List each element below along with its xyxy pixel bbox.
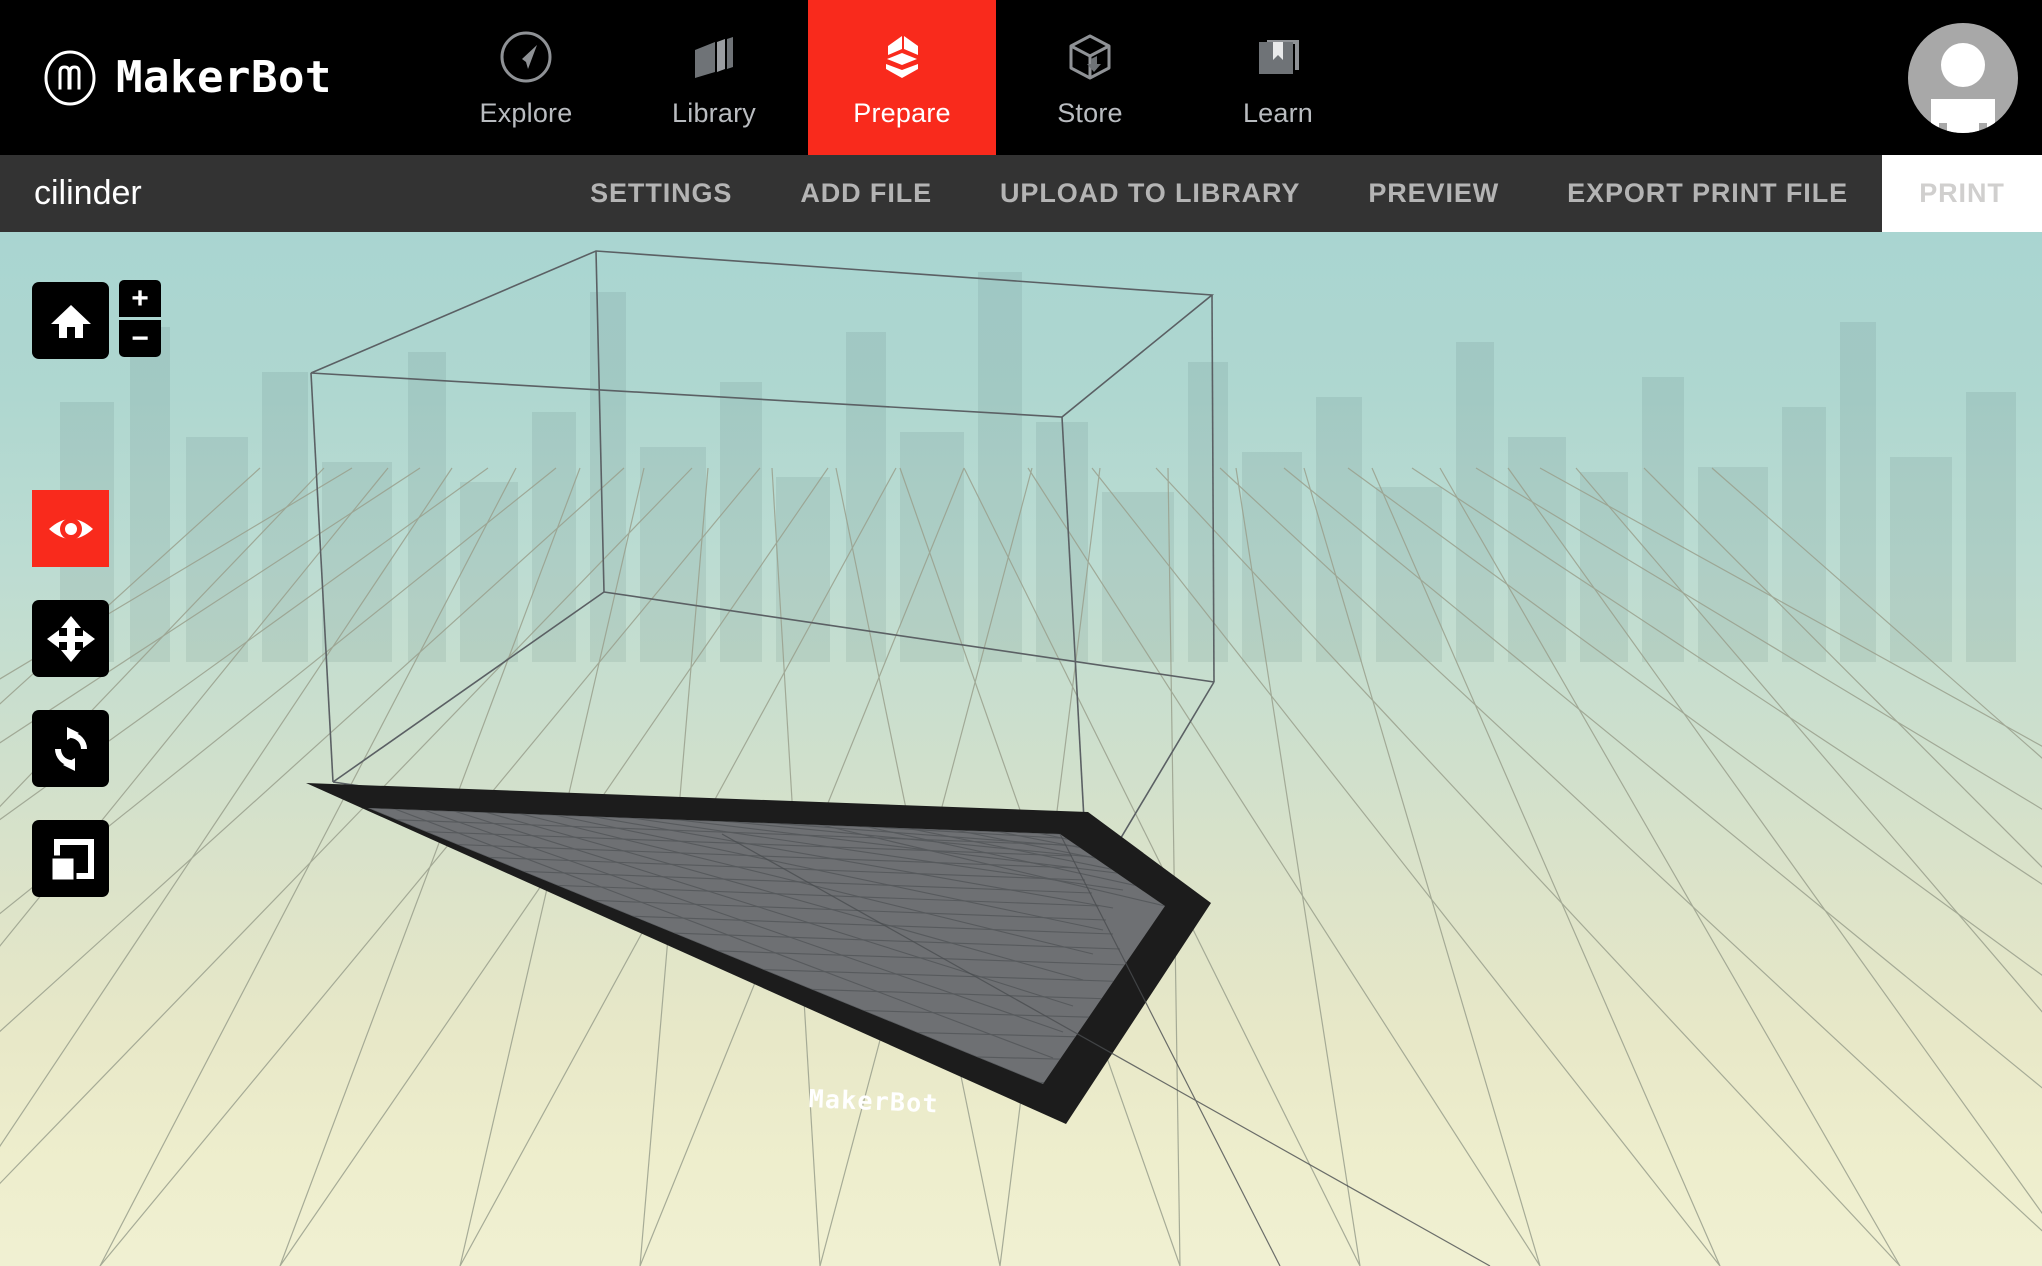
- project-toolbar: cilinder SETTINGS ADD FILE UPLOAD TO LIB…: [0, 155, 2042, 232]
- rotate-arrows-icon: [45, 723, 97, 775]
- brand-logo[interactable]: MakerBot: [42, 0, 422, 155]
- nav-item-prepare[interactable]: Prepare: [808, 0, 996, 155]
- zoom-out-button[interactable]: −: [119, 320, 161, 357]
- nav-item-store[interactable]: Store: [996, 0, 1184, 155]
- build-plate-viewport[interactable]: MakerBot: [0, 232, 2042, 1266]
- build-plate[interactable]: MakerBot: [306, 783, 1491, 1266]
- project-name[interactable]: cilinder: [0, 155, 556, 232]
- print-button[interactable]: PRINT: [1882, 155, 2042, 232]
- rotate-tool-button[interactable]: [32, 710, 109, 787]
- add-file-button[interactable]: ADD FILE: [766, 155, 966, 232]
- nav-item-explore[interactable]: Explore: [432, 0, 620, 155]
- nav-label-explore: Explore: [479, 98, 573, 128]
- box-download-icon: [1061, 26, 1119, 88]
- 3d-scene[interactable]: MakerBot: [0, 232, 2042, 1266]
- nav-label-store: Store: [1057, 98, 1123, 128]
- home-view-button[interactable]: [32, 282, 109, 359]
- book-bookmark-icon: [1249, 26, 1307, 88]
- makerbot-print-app: MakerBot Explore Library Prepare Store L…: [0, 0, 2042, 1266]
- avatar[interactable]: [1904, 19, 2022, 137]
- nav-label-prepare: Prepare: [853, 98, 951, 128]
- prepare-cube-icon: [873, 26, 931, 88]
- home-icon: [48, 298, 94, 344]
- move-arrows-icon: [45, 613, 97, 665]
- compass-icon: [497, 26, 555, 88]
- upload-to-library-button[interactable]: UPLOAD TO LIBRARY: [966, 155, 1334, 232]
- zoom-in-button[interactable]: +: [119, 280, 161, 317]
- scale-squares-icon: [45, 833, 97, 885]
- preview-button[interactable]: PREVIEW: [1334, 155, 1533, 232]
- nav-item-learn[interactable]: Learn: [1184, 0, 1372, 155]
- settings-button[interactable]: SETTINGS: [556, 155, 766, 232]
- toolbar-actions: SETTINGS ADD FILE UPLOAD TO LIBRARY PREV…: [556, 155, 2042, 232]
- view-tool-button[interactable]: [32, 490, 109, 567]
- export-print-file-button[interactable]: EXPORT PRINT FILE: [1533, 155, 1882, 232]
- nav-label-library: Library: [672, 98, 756, 128]
- brand-name: MakerBot: [116, 52, 332, 103]
- move-tool-button[interactable]: [32, 600, 109, 677]
- main-nav: Explore Library Prepare Store Learn: [432, 0, 1372, 155]
- nav-item-library[interactable]: Library: [620, 0, 808, 155]
- scale-tool-button[interactable]: [32, 820, 109, 897]
- layers-icon: [685, 26, 743, 88]
- makerbot-m-logo-icon: [42, 50, 98, 106]
- top-header: MakerBot Explore Library Prepare Store L…: [0, 0, 2042, 155]
- build-plate-label: MakerBot: [808, 1084, 939, 1118]
- nav-label-learn: Learn: [1242, 98, 1314, 128]
- eye-icon: [45, 503, 97, 555]
